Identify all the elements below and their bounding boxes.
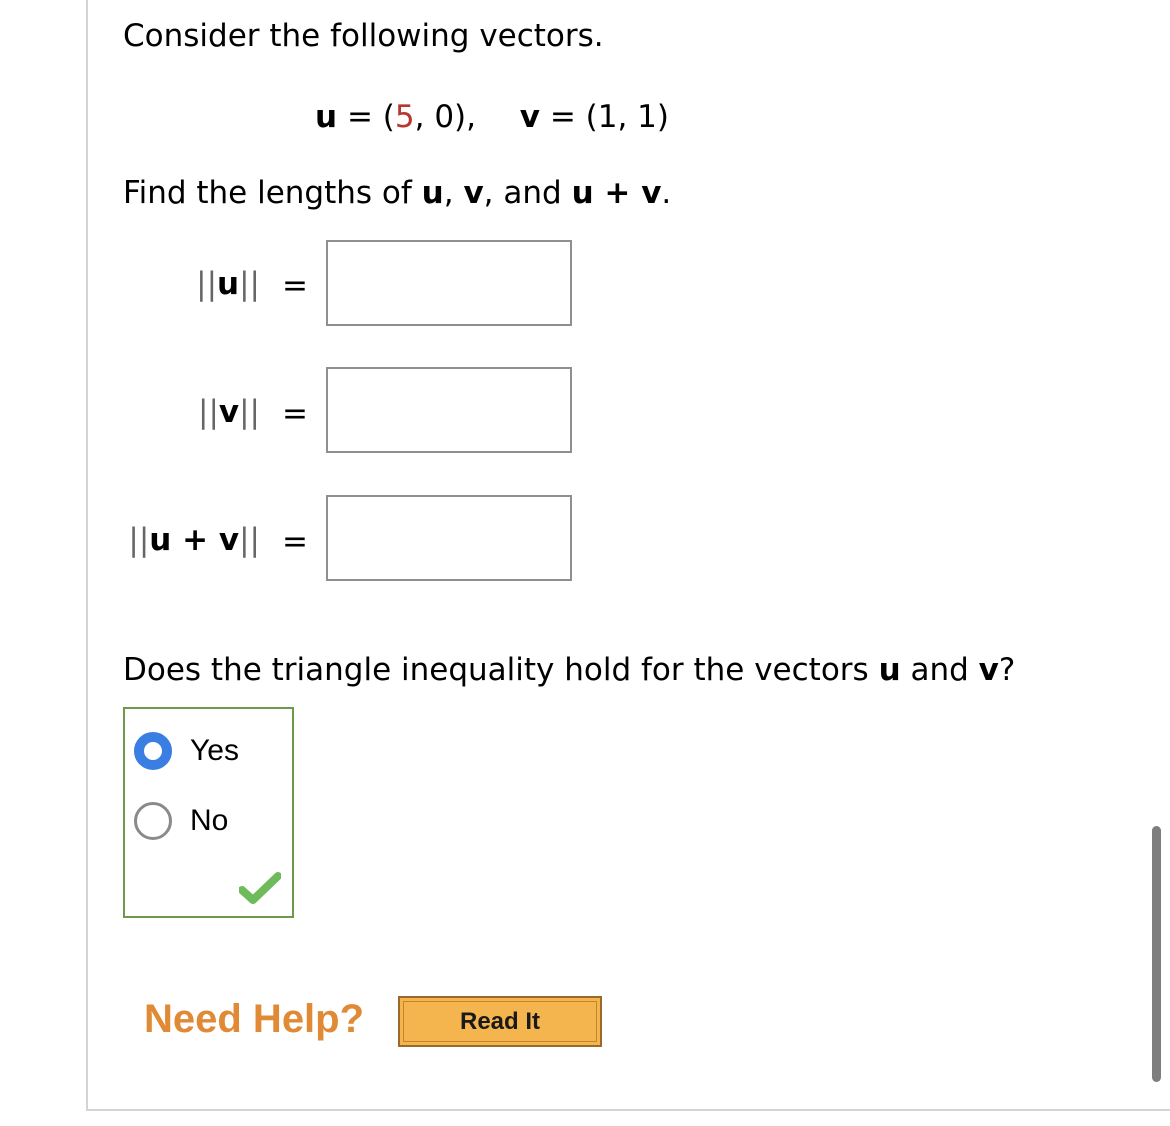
prompt-u: u [421, 175, 444, 211]
norm-u-plus-v-input[interactable] [326, 495, 572, 581]
norm-bars: || [196, 266, 218, 302]
intro-text: Consider the following vectors. [123, 18, 604, 54]
norm-bars: || [239, 394, 260, 430]
triangle-end: ? [998, 652, 1016, 688]
radio-no[interactable] [134, 802, 172, 840]
prompt-sep: , and [483, 175, 572, 211]
norm-sum-symbol: u + v [149, 522, 240, 558]
norm-v-label: ||v|| [198, 394, 260, 430]
prompt-prefix: Find the lengths of [123, 175, 422, 211]
scrollbar[interactable] [1152, 826, 1161, 1082]
triangle-v: v [978, 652, 999, 688]
equals-sign: = [282, 268, 308, 304]
prompt-text: Find the lengths of u, v, and u + v. [123, 175, 671, 211]
u-x-value: 5 [394, 99, 415, 135]
triangle-and: and [900, 652, 979, 688]
norm-u-input[interactable] [326, 240, 572, 326]
vector-definitions: u = (5, 0), v = (1, 1) [315, 99, 669, 135]
v-value: (1, 1) [585, 99, 669, 135]
equals-sign: = [549, 99, 576, 135]
triangle-u: u [878, 652, 901, 688]
triangle-question: Does the triangle inequality hold for th… [123, 652, 1015, 688]
norm-u-label: ||u|| [196, 266, 260, 302]
u-open-paren: ( [382, 99, 395, 135]
radio-yes[interactable] [134, 732, 172, 770]
prompt-sum: u + v [571, 175, 662, 211]
vector-u-label: u [315, 99, 338, 135]
equals-sign: = [282, 396, 308, 432]
equals-sign: = [282, 524, 308, 560]
prompt-sep: , [443, 175, 464, 211]
read-it-button[interactable]: Read It [398, 996, 602, 1047]
triangle-answer-group: Yes No [123, 707, 294, 918]
equals-sign: = [346, 99, 373, 135]
norm-bars: || [239, 266, 260, 302]
norm-u-plus-v-label: ||u + v|| [128, 522, 260, 558]
norm-bars: || [198, 394, 219, 430]
prompt-end: . [661, 175, 672, 211]
triangle-prefix: Does the triangle inequality hold for th… [123, 652, 879, 688]
norm-bars: || [239, 522, 260, 558]
norm-v-symbol: v [218, 394, 240, 430]
prompt-v: v [463, 175, 484, 211]
option-yes-label[interactable]: Yes [190, 734, 239, 768]
option-no-label[interactable]: No [190, 804, 228, 838]
u-rest: , 0), [414, 99, 477, 135]
norm-bars: || [128, 522, 150, 558]
need-help-label: Need Help? [144, 997, 365, 1041]
norm-v-input[interactable] [326, 367, 572, 453]
read-it-label[interactable]: Read It [403, 1001, 597, 1042]
vector-v-label: v [519, 99, 540, 135]
check-icon [239, 872, 281, 904]
norm-u-symbol: u [217, 266, 240, 302]
